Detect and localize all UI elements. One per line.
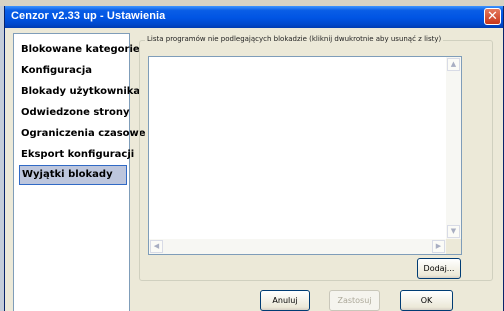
add-program-button[interactable]: Dodaj... [417, 258, 461, 279]
close-button[interactable]: ✕ [484, 8, 501, 25]
vertical-scrollbar[interactable]: ▲ ▼ [446, 57, 461, 239]
scrollbar-corner [446, 239, 461, 254]
sidebar-item-wyjatki-blokady[interactable]: Wyjątki blokady [19, 165, 127, 185]
ok-button[interactable]: OK [400, 290, 453, 311]
sidebar-item-blokady-uzytkownika[interactable]: Blokady użytkownika [19, 83, 140, 103]
settings-sidebar: Blokowane kategorie Konfiguracja Blokady… [13, 33, 146, 311]
title-bar[interactable]: Cenzor v2.33 up - Ustawienia ✕ [5, 6, 503, 28]
sidebar-item-odwiedzone-strony[interactable]: Odwiedzone strony [19, 104, 130, 124]
scroll-right-icon[interactable]: ▶ [432, 240, 445, 253]
apply-button[interactable]: Zastosuj [329, 290, 380, 311]
groupbox-label: Lista programów nie podlegających blokad… [145, 35, 444, 43]
sidebar-item-blokowane-kategorie[interactable]: Blokowane kategorie [19, 41, 140, 61]
sidebar-item-eksport-konfiguracji[interactable]: Eksport konfiguracji [19, 146, 134, 166]
scroll-up-icon[interactable]: ▲ [447, 58, 460, 71]
close-icon: ✕ [487, 9, 498, 24]
window-title: Cenzor v2.33 up - Ustawienia [11, 10, 166, 22]
sidebar-item-ograniczenia-czasowe[interactable]: Ograniczenia czasowe [19, 125, 146, 145]
program-exceptions-list[interactable]: ▲ ▼ ◀ ▶ [148, 56, 462, 255]
scroll-left-icon[interactable]: ◀ [150, 240, 163, 253]
sidebar-item-konfiguracja[interactable]: Konfiguracja [19, 62, 127, 82]
scroll-down-icon[interactable]: ▼ [447, 225, 460, 238]
cancel-button[interactable]: Anuluj [260, 290, 310, 311]
horizontal-scrollbar[interactable]: ◀ ▶ [149, 239, 446, 254]
